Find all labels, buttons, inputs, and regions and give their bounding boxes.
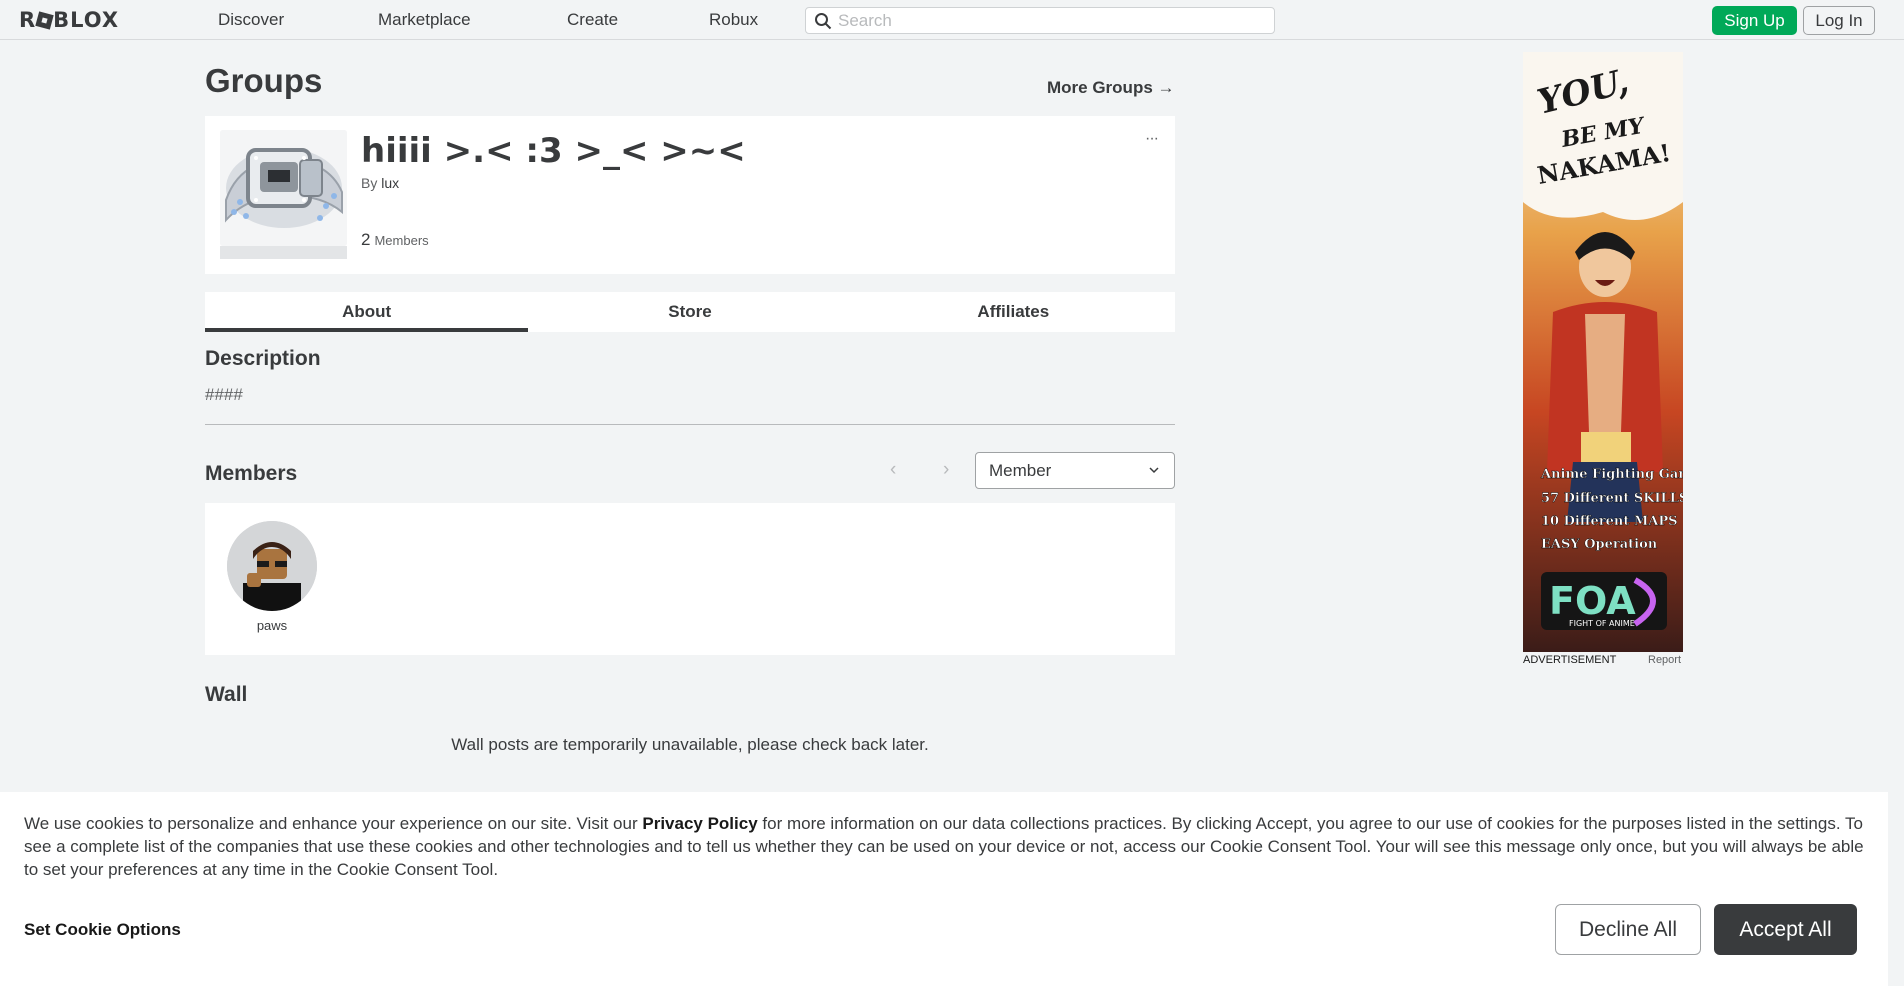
ad-line-2: 57 Different SKILLS [1541,491,1683,506]
tab-affiliates[interactable]: Affiliates [852,292,1175,332]
decline-all-button[interactable]: Decline All [1555,904,1701,955]
ad-report-link[interactable]: Report [1648,654,1681,666]
sign-up-button[interactable]: Sign Up [1712,6,1797,35]
nav-link-marketplace[interactable]: Marketplace [378,10,471,30]
top-navigation: R BLOX Discover Marketplace Create Robux … [0,0,1904,40]
member-count-value: 2 [361,230,371,249]
arrow-right-icon: → [1157,78,1175,97]
members-list: paws [205,503,1175,655]
nav-link-robux[interactable]: Robux [709,10,758,30]
avatar[interactable] [227,521,317,611]
ad-line-1: Anime Fighting Game [1540,467,1683,482]
ad-image: YOU, BE MY NAKAMA! Anime Fighting Game 5… [1523,52,1683,652]
chevron-left-icon[interactable]: ‹ [890,459,896,481]
wall-unavailable-message: Wall posts are temporarily unavailable, … [451,735,929,754]
advertisement-banner[interactable]: YOU, BE MY NAKAMA! Anime Fighting Game 5… [1523,52,1683,652]
set-cookie-options-link[interactable]: Set Cookie Options [24,920,181,940]
ad-line-3: 10 Different MAPS [1541,514,1678,529]
section-divider [205,424,1175,425]
search-input[interactable] [838,10,1258,32]
chevron-down-icon [1149,467,1159,474]
role-select-value: Member [989,461,1052,480]
group-owner-line: By lux [361,175,399,191]
group-emblem-image [220,130,347,246]
ad-brand: FOA [1549,579,1636,623]
page-title: Groups [205,62,323,99]
search-icon [815,13,832,30]
group-owner-link[interactable]: lux [381,175,399,191]
role-select-dropdown[interactable]: Member [975,452,1175,489]
more-options-icon[interactable]: ··· [1145,130,1159,148]
ad-line-4: EASY Operation [1541,537,1658,552]
cookie-consent-banner: We use cookies to personalize and enhanc… [0,792,1888,986]
description-text: #### [205,385,243,404]
member-card[interactable]: paws [227,521,317,633]
member-count-label: Members [374,233,429,248]
by-label: By [361,175,378,191]
group-tabs: About Store Affiliates [205,292,1175,332]
roblox-logo[interactable]: R BLOX [19,8,119,32]
cookie-consent-text: We use cookies to personalize and enhanc… [24,812,1864,881]
member-avatar-image [227,521,317,611]
tab-store[interactable]: Store [528,292,851,332]
members-heading: Members [205,462,298,485]
group-member-count: 2 Members [361,230,429,250]
accept-all-button[interactable]: Accept All [1714,904,1857,955]
privacy-policy-link[interactable]: Privacy Policy [642,814,757,833]
nav-link-discover[interactable]: Discover [218,10,284,30]
emblem-caption-bar [220,246,347,259]
ad-label: ADVERTISEMENT [1523,654,1617,666]
chevron-right-icon[interactable]: › [943,459,949,481]
search-box[interactable] [805,7,1275,34]
group-name: hiiii >.< :3 >_< >~< [361,131,746,171]
more-groups-label: More Groups [1047,78,1153,97]
belt-buckle-image [220,130,347,246]
tab-about[interactable]: About [205,292,529,332]
description-heading: Description [205,347,321,370]
nav-link-create[interactable]: Create [567,10,618,30]
cookie-text-part-1: We use cookies to personalize and enhanc… [24,814,643,833]
more-groups-link[interactable]: More Groups → [1047,78,1175,98]
ad-brand-sub: FIGHT OF ANIME [1569,619,1635,628]
log-in-button[interactable]: Log In [1803,6,1875,35]
wall-heading: Wall [205,683,248,706]
group-header-card: hiiii >.< :3 >_< >~< By lux 2 Members ··· [205,116,1175,274]
member-name[interactable]: paws [227,618,317,633]
